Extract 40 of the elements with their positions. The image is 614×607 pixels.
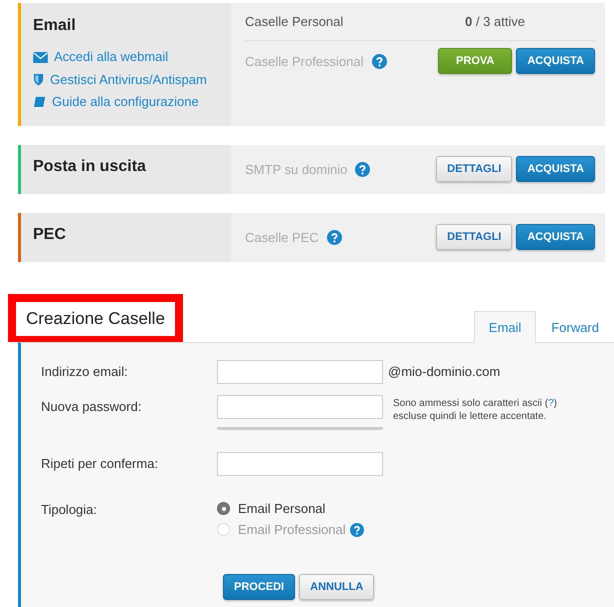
service-label: SMTP su dominio — [245, 162, 348, 176]
form-button[interactable]: ANNULLA — [299, 574, 374, 600]
action-button[interactable]: DETTAGLI — [436, 224, 512, 250]
service-label: Caselle PEC — [245, 230, 319, 244]
action-button[interactable]: ACQUISTA — [516, 224, 595, 250]
action-button[interactable]: DETTAGLI — [436, 156, 512, 182]
form-button[interactable]: PROCEDI — [223, 574, 296, 600]
service-label: Caselle Professional — [245, 54, 364, 68]
option-label: Email Professional — [238, 520, 346, 538]
domain-suffix: @mio-dominio.com — [388, 362, 500, 380]
hint-text: Sono ammessi solo caratteri ascii (?) escluse quindi le lettere accentate. — [393, 396, 557, 422]
help-link[interactable]: ? — [548, 398, 554, 408]
service-label: Caselle Personal — [245, 14, 344, 29]
shield-icon — [33, 73, 44, 86]
tab[interactable]: Email — [474, 310, 536, 342]
sidebar-link[interactable]: Guide alla configurazione — [33, 91, 231, 114]
field-label: Tipologia: — [41, 500, 98, 519]
help-icon[interactable] — [372, 54, 387, 68]
sidebar-link[interactable]: Gestisci Antivirus/Antispam — [33, 68, 231, 91]
input-field[interactable] — [217, 360, 383, 384]
tab[interactable]: Forward — [536, 310, 614, 342]
input-field[interactable] — [217, 452, 383, 476]
radio-button[interactable] — [217, 502, 230, 515]
section-title: PEC — [33, 224, 67, 244]
action-button[interactable]: PROVA — [438, 48, 512, 74]
field-label: Nuova password: — [41, 398, 142, 416]
help-icon[interactable] — [355, 162, 370, 176]
option-label: Email Personal — [238, 500, 326, 518]
action-button[interactable]: ACQUISTA — [516, 156, 595, 182]
book-icon — [33, 96, 46, 109]
mailbox-count: 0 / 3 attive — [465, 14, 525, 29]
section-title: Email — [33, 16, 77, 36]
field-label: Ripeti per conferma: — [41, 454, 160, 473]
section-title: Posta in uscita — [33, 156, 147, 176]
field-label: Indirizzo email: — [41, 362, 129, 380]
action-button[interactable]: ACQUISTA — [516, 48, 595, 74]
help-icon[interactable] — [326, 230, 342, 244]
input-field[interactable] — [217, 394, 383, 418]
sidebar-link[interactable]: Accedi alla webmail — [33, 46, 231, 68]
envelope-icon — [33, 52, 48, 63]
